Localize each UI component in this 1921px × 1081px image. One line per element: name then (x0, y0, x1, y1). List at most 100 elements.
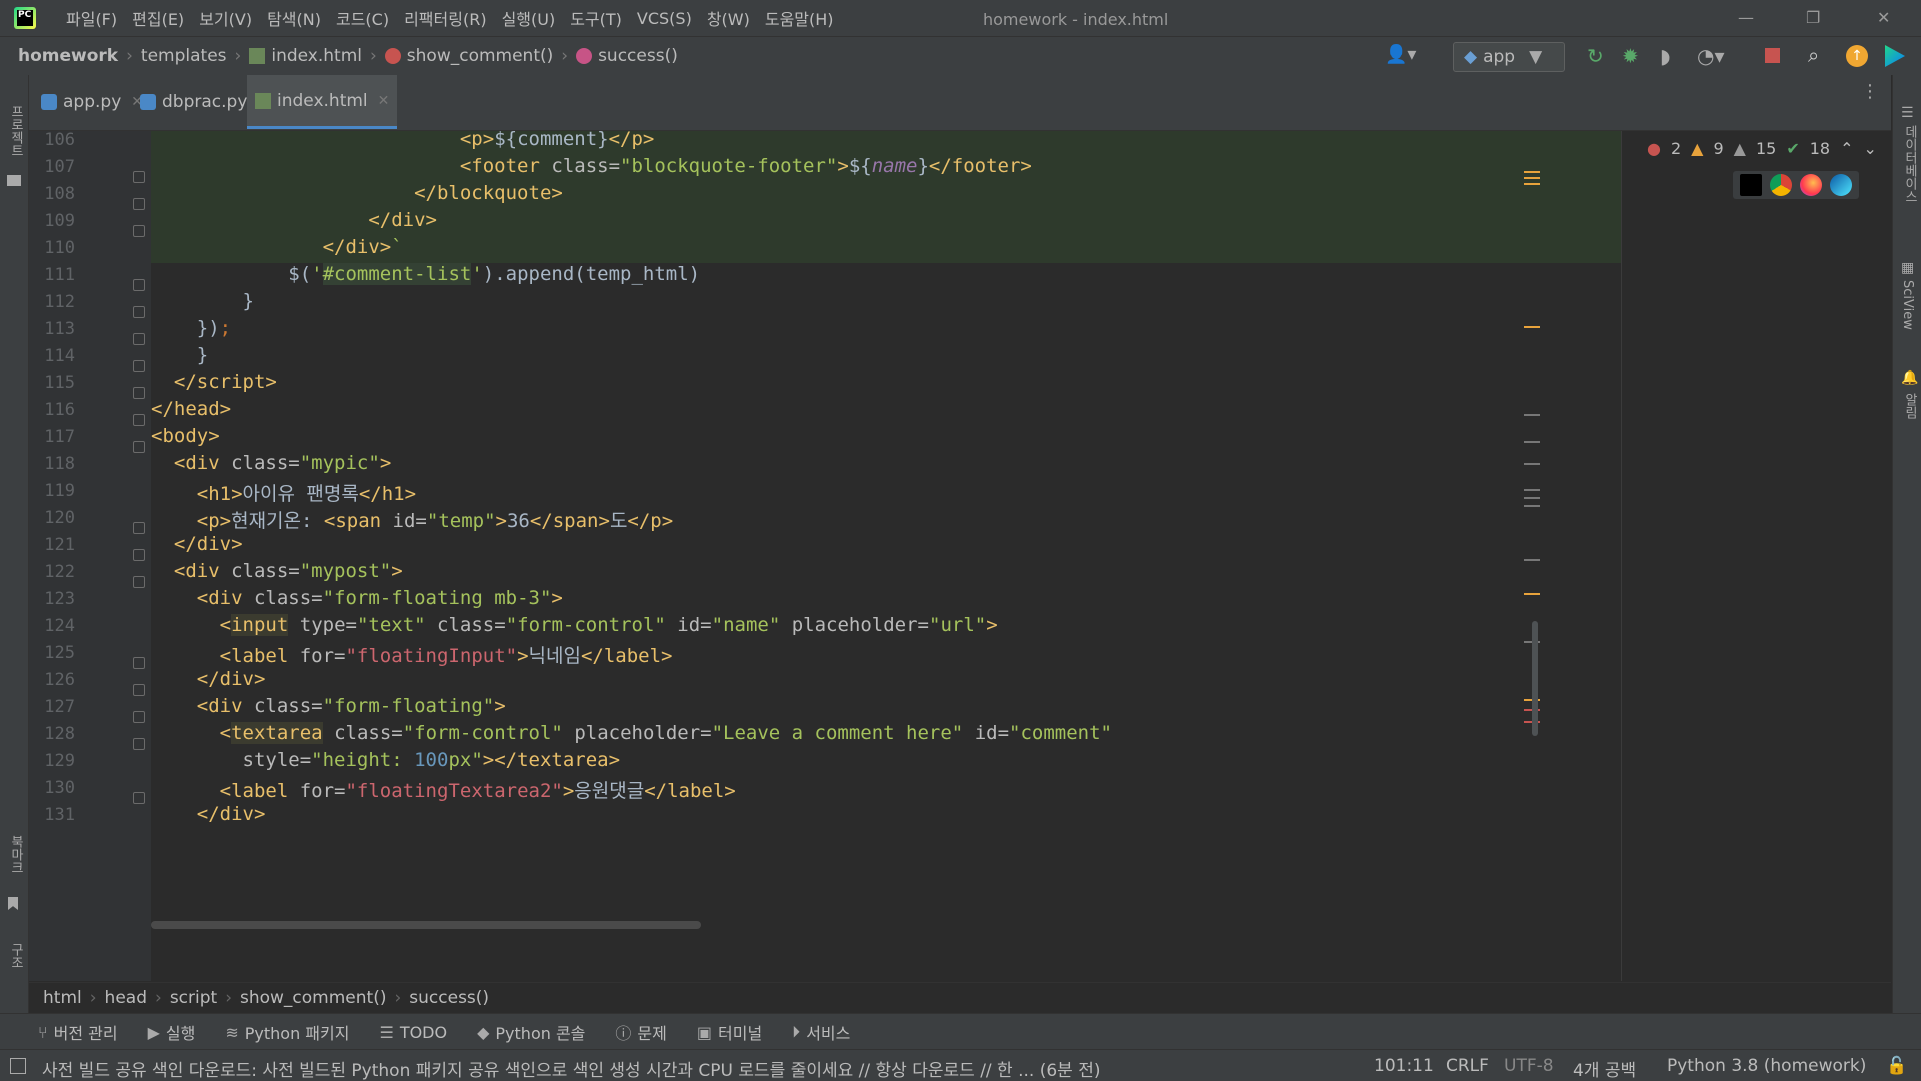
caret-position[interactable]: 101:11 (1374, 1056, 1434, 1076)
edge-icon[interactable] (1830, 174, 1852, 196)
project-tool-button[interactable]: 프로젝트 (6, 105, 25, 157)
weak-warning-marker[interactable] (1524, 497, 1540, 499)
inspection-widget[interactable]: ● 2 ▲ 9 ▲ 15 ✔ 18 ⌃ ⌄ (1641, 137, 1891, 160)
menu-help[interactable]: 도움말(H) (765, 6, 834, 30)
run-config-dropdown[interactable]: ◆ app ▼ (1453, 42, 1565, 72)
breadcrumb-project[interactable]: homework (18, 46, 118, 66)
update-icon[interactable]: ↑ (1846, 45, 1868, 67)
tab-index-html[interactable]: index.html ✕ (247, 75, 398, 129)
fold-marker-icon[interactable] (133, 306, 145, 318)
tool-run[interactable]: ▶ 실행 (148, 1020, 196, 1044)
lock-icon[interactable]: 🔓 (1886, 1056, 1907, 1076)
weak-warning-marker[interactable] (1524, 414, 1540, 416)
fold-marker-icon[interactable] (133, 549, 145, 561)
crumb-function[interactable]: show_comment() (240, 988, 386, 1008)
crumb-html[interactable]: html (43, 988, 82, 1008)
previous-highlight-icon[interactable]: ⌃ (1840, 139, 1853, 158)
tool-version-control[interactable]: ⑂ 버전 관리 (38, 1020, 118, 1044)
python-interpreter[interactable]: Python 3.8 (homework) (1667, 1056, 1866, 1076)
fold-marker-icon[interactable] (133, 522, 145, 534)
menu-vcs[interactable]: VCS(S) (637, 9, 692, 28)
fold-marker-icon[interactable] (133, 738, 145, 750)
database-tool-button[interactable]: 데이터베이스 (1900, 125, 1919, 203)
warning-marker[interactable] (1524, 593, 1540, 595)
tool-python-packages[interactable]: ≋ Python 패키지 (225, 1020, 349, 1044)
tool-problems[interactable]: ⓘ 문제 (615, 1020, 666, 1044)
menu-run[interactable]: 실행(U) (502, 6, 556, 30)
fold-marker-icon[interactable] (133, 711, 145, 723)
warning-marker[interactable] (1524, 326, 1540, 328)
warning-marker[interactable] (1524, 183, 1540, 185)
rerun-icon[interactable]: ↻ (1587, 44, 1604, 68)
crumb-head[interactable]: head (105, 988, 147, 1008)
menu-refactor[interactable]: 리팩터링(R) (404, 6, 486, 30)
fold-marker-icon[interactable] (133, 279, 145, 291)
firefox-icon[interactable] (1800, 174, 1822, 196)
pycharm-browser-icon[interactable] (1740, 174, 1762, 196)
menu-window[interactable]: 창(W) (707, 6, 750, 30)
coverage-icon[interactable]: ◗ (1660, 44, 1671, 68)
weak-warning-marker[interactable] (1524, 441, 1540, 443)
code-editor[interactable]: 106 107 108 109 110 111 112 113 114 115 116 117 118 1… (29, 131, 1891, 981)
weak-warning-marker[interactable] (1524, 505, 1540, 507)
next-highlight-icon[interactable]: ⌄ (1864, 139, 1877, 158)
fold-marker-icon[interactable] (133, 414, 145, 426)
fold-marker-icon[interactable] (133, 387, 145, 399)
warning-marker[interactable] (1524, 177, 1540, 179)
breadcrumb-folder[interactable]: templates (141, 46, 227, 66)
fold-marker-icon[interactable] (133, 792, 145, 804)
breadcrumb-file[interactable]: index.html (271, 46, 362, 66)
minimize-icon[interactable]: — (1738, 8, 1754, 27)
fold-marker-icon[interactable] (133, 333, 145, 345)
search-icon[interactable]: ⌕ (1808, 43, 1819, 67)
tool-services[interactable]: ⏵ 서비스 (792, 1020, 850, 1044)
fold-marker-icon[interactable] (133, 171, 145, 183)
debug-icon[interactable]: ✹ (1622, 44, 1639, 68)
menu-navigate[interactable]: 탐색(N) (267, 6, 321, 30)
structure-tool-button[interactable]: 구조 (6, 943, 25, 969)
profile-icon[interactable]: ◔▾ (1697, 44, 1725, 68)
weak-warning-marker[interactable] (1524, 559, 1540, 561)
fold-marker-icon[interactable] (133, 684, 145, 696)
weak-warning-marker[interactable] (1524, 489, 1540, 491)
status-message[interactable]: 사전 빌드 공유 색인 다운로드: 사전 빌드된 Python 패키지 공유 색… (42, 1056, 1100, 1081)
line-separator[interactable]: CRLF (1446, 1056, 1489, 1076)
warning-marker[interactable] (1524, 171, 1540, 173)
fold-marker-icon[interactable] (133, 441, 145, 453)
horizontal-scrollbar[interactable] (151, 921, 701, 929)
stop-icon[interactable] (1765, 48, 1780, 63)
indent-setting[interactable]: 4개 공백 (1573, 1056, 1636, 1081)
sciview-tool-button[interactable]: SciView (1900, 280, 1915, 330)
fold-marker-icon[interactable] (133, 657, 145, 669)
tool-python-console[interactable]: ◆ Python 콘솔 (477, 1020, 585, 1044)
breadcrumb: homework › templates › index.html › show… (18, 46, 678, 66)
menu-file[interactable]: 파일(F) (66, 6, 117, 30)
fold-marker-icon[interactable] (133, 360, 145, 372)
breadcrumb-function[interactable]: show_comment() (407, 46, 553, 66)
breadcrumb-method[interactable]: success() (598, 46, 678, 66)
toggle-tool-windows-icon[interactable] (10, 1058, 26, 1074)
fold-marker-icon[interactable] (133, 576, 145, 588)
vertical-scrollbar[interactable] (1532, 621, 1538, 736)
close-window-icon[interactable]: ✕ (1877, 8, 1890, 27)
crumb-method[interactable]: success() (409, 988, 489, 1008)
more-tabs-icon[interactable]: ⋮ (1861, 81, 1879, 102)
crumb-script[interactable]: script (170, 988, 217, 1008)
menu-tools[interactable]: 도구(T) (570, 6, 622, 30)
menu-code[interactable]: 코드(C) (336, 6, 389, 30)
bookmarks-tool-button[interactable]: 북마크 (6, 835, 25, 874)
user-icon[interactable]: 👤▾ (1385, 44, 1416, 65)
fold-marker-icon[interactable] (133, 225, 145, 237)
chrome-icon[interactable] (1770, 174, 1792, 196)
menu-view[interactable]: 보기(V) (199, 6, 252, 30)
file-encoding[interactable]: UTF-8 (1504, 1056, 1554, 1076)
tool-terminal[interactable]: ▣ 터미널 (697, 1020, 762, 1044)
menu-edit[interactable]: 편집(E) (132, 6, 184, 30)
tool-todo[interactable]: ☰ TODO (379, 1023, 447, 1042)
code-line: </div> (196, 803, 266, 825)
weak-warning-marker[interactable] (1524, 463, 1540, 465)
close-tab-icon[interactable]: ✕ (378, 93, 390, 109)
notifications-tool-button[interactable]: 알림 (1900, 393, 1919, 419)
restore-icon[interactable]: ❐ (1806, 8, 1820, 27)
fold-marker-icon[interactable] (133, 198, 145, 210)
